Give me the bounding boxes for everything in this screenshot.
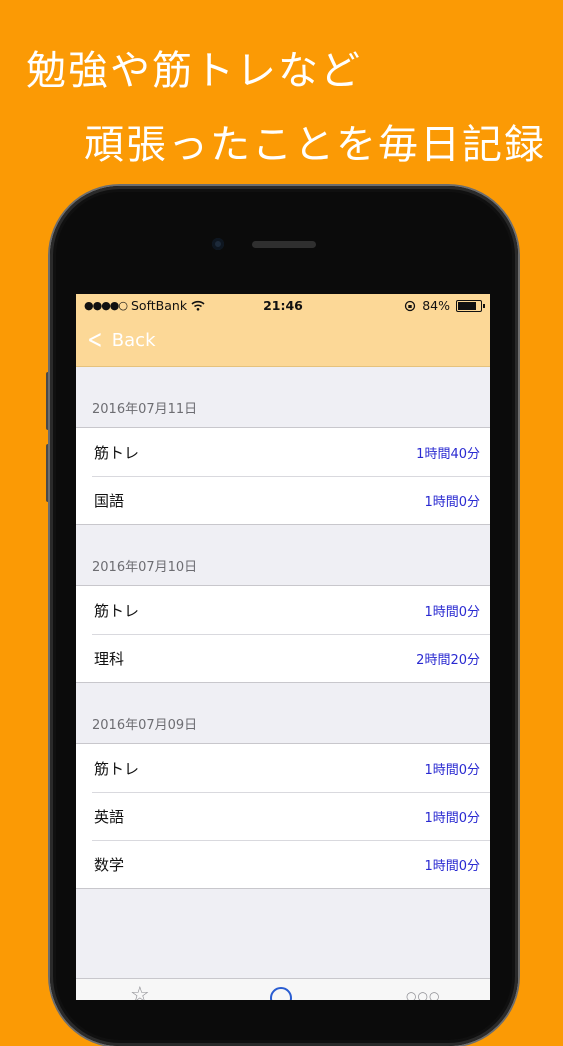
section-date: 2016年07月09日 bbox=[92, 718, 198, 733]
front-camera bbox=[212, 238, 224, 250]
chevron-left-icon: < bbox=[87, 325, 103, 355]
list-item[interactable]: 英語 1時間0分 bbox=[76, 792, 490, 840]
earpiece-speaker bbox=[252, 241, 316, 248]
record-subject: 英語 bbox=[94, 807, 125, 826]
list-item[interactable]: 国語 1時間0分 bbox=[76, 476, 490, 524]
record-duration: 2時間20分 bbox=[416, 652, 480, 668]
record-duration: 1時間0分 bbox=[424, 762, 480, 778]
navigation-bar: < Back bbox=[76, 318, 490, 367]
section-date: 2016年07月11日 bbox=[92, 402, 198, 417]
list-item[interactable]: 数学 1時間0分 bbox=[76, 840, 490, 888]
record-subject: 国語 bbox=[94, 491, 125, 510]
record-subject: 筋トレ bbox=[94, 759, 140, 778]
record-list: 2016年07月11日 筋トレ 1時間40分 国語 1時間0分 2016年07月… bbox=[76, 367, 490, 889]
circle-tab-icon[interactable] bbox=[270, 987, 292, 1000]
record-duration: 1時間0分 bbox=[424, 604, 480, 620]
section-header: 2016年07月09日 bbox=[76, 683, 490, 743]
tab-bar: ☆ ○○○ bbox=[76, 978, 490, 1000]
back-label: Back bbox=[111, 329, 156, 351]
section-date: 2016年07月10日 bbox=[92, 560, 198, 575]
record-subject: 筋トレ bbox=[94, 601, 140, 620]
orientation-lock-icon bbox=[405, 300, 416, 311]
list-item[interactable]: 筋トレ 1時間0分 bbox=[76, 744, 490, 792]
record-duration: 1時間0分 bbox=[424, 494, 480, 510]
battery-icon bbox=[456, 299, 485, 312]
record-duration: 1時間40分 bbox=[416, 446, 480, 462]
record-duration: 1時間0分 bbox=[424, 858, 480, 874]
status-bar: ●●●●○ SoftBank 21:46 84% bbox=[76, 294, 490, 318]
section-header: 2016年07月11日 bbox=[76, 367, 490, 427]
list-item[interactable]: 筋トレ 1時間0分 bbox=[76, 586, 490, 634]
section-group: 筋トレ 1時間40分 国語 1時間0分 bbox=[76, 427, 490, 525]
battery-percentage: 84% bbox=[422, 298, 450, 313]
more-icon[interactable]: ○○○ bbox=[406, 989, 440, 1000]
list-item[interactable]: 理科 2時間20分 bbox=[76, 634, 490, 682]
section-header: 2016年07月10日 bbox=[76, 525, 490, 585]
phone-screen: ●●●●○ SoftBank 21:46 84% < Back 2016年07月… bbox=[76, 294, 490, 1000]
record-duration: 1時間0分 bbox=[424, 810, 480, 826]
back-button[interactable]: < Back bbox=[84, 325, 156, 355]
record-subject: 数学 bbox=[94, 855, 125, 874]
list-item[interactable]: 筋トレ 1時間40分 bbox=[76, 428, 490, 476]
record-subject: 筋トレ bbox=[94, 443, 140, 462]
record-subject: 理科 bbox=[94, 649, 125, 668]
section-group: 筋トレ 1時間0分 英語 1時間0分 数学 1時間0分 bbox=[76, 743, 490, 889]
promo-line-2: 頑張ったことを毎日記録 bbox=[84, 122, 546, 168]
promo-line-1: 勉強や筋トレなど bbox=[26, 48, 362, 94]
star-icon[interactable]: ☆ bbox=[130, 983, 150, 1000]
section-group: 筋トレ 1時間0分 理科 2時間20分 bbox=[76, 585, 490, 683]
